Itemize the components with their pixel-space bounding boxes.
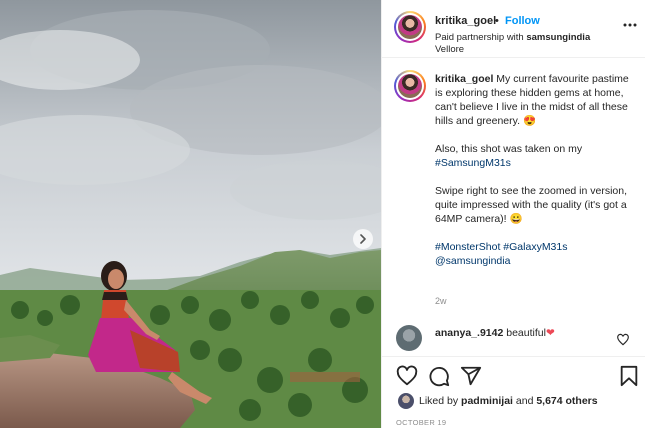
partner-link[interactable]: samsungindia xyxy=(526,32,590,43)
post-header: kritika_goel • Follow Paid partnership w… xyxy=(382,0,645,58)
liker-username[interactable]: padminijai xyxy=(461,395,513,407)
paid-partnership-label: Paid partnership with samsungindia xyxy=(435,32,590,43)
caption-avatar[interactable] xyxy=(394,70,426,102)
follow-button[interactable]: Follow xyxy=(505,15,540,27)
separator-dot: • xyxy=(495,15,499,27)
paid-partnership-prefix: Paid partnership with xyxy=(435,32,527,43)
likes-count-link[interactable]: 5,674 others xyxy=(536,395,597,407)
bookmark-icon[interactable] xyxy=(618,365,640,387)
more-options-button[interactable] xyxy=(622,17,638,33)
more-options-icon xyxy=(623,23,637,27)
hashtag-link[interactable]: #MonsterShot xyxy=(435,241,500,253)
caption-username[interactable]: kritika_goel xyxy=(435,73,493,85)
comment-username[interactable]: ananya_.9142 xyxy=(435,327,503,339)
share-icon[interactable] xyxy=(460,365,482,387)
comment-text: beautiful xyxy=(503,327,546,339)
comment: ananya_.9142 beautiful❤ xyxy=(435,327,555,339)
hashtag-link[interactable]: #SamsungM31s xyxy=(435,157,511,169)
landscape-image xyxy=(0,0,381,428)
caption-text-2: Also, this shot was taken on my xyxy=(435,143,583,155)
location-link[interactable]: Vellore xyxy=(435,44,464,55)
username-link[interactable]: kritika_goel xyxy=(435,15,496,27)
comment-like-icon[interactable] xyxy=(616,333,630,347)
post-date[interactable]: OCTOBER 19 xyxy=(396,418,446,427)
post-panel: kritika_goel • Follow Paid partnership w… xyxy=(381,0,645,428)
next-photo-button[interactable] xyxy=(353,229,373,249)
chevron-right-icon xyxy=(360,234,366,244)
caption-text-3: Swipe right to see the zoomed in version… xyxy=(435,185,628,225)
heart-icon[interactable] xyxy=(396,365,418,387)
mention-link[interactable]: @samsungindia xyxy=(435,255,510,267)
divider xyxy=(382,356,645,357)
avatar[interactable] xyxy=(394,11,426,43)
likes-summary: Liked by padminijai and 5,674 others xyxy=(419,395,598,407)
post-age[interactable]: 2w xyxy=(435,296,447,306)
hashtag-link[interactable]: #GalaxyM31s xyxy=(503,241,567,253)
heart-emoji: ❤ xyxy=(545,327,555,339)
post-photo[interactable] xyxy=(0,0,381,428)
likes-prefix: Liked by xyxy=(419,395,462,407)
likes-middle: and xyxy=(512,395,537,407)
commenter-avatar[interactable] xyxy=(396,325,422,351)
liker-avatar[interactable] xyxy=(398,393,414,409)
post-caption: kritika_goel My current favourite pastim… xyxy=(435,72,635,268)
comment-icon[interactable] xyxy=(428,365,450,387)
